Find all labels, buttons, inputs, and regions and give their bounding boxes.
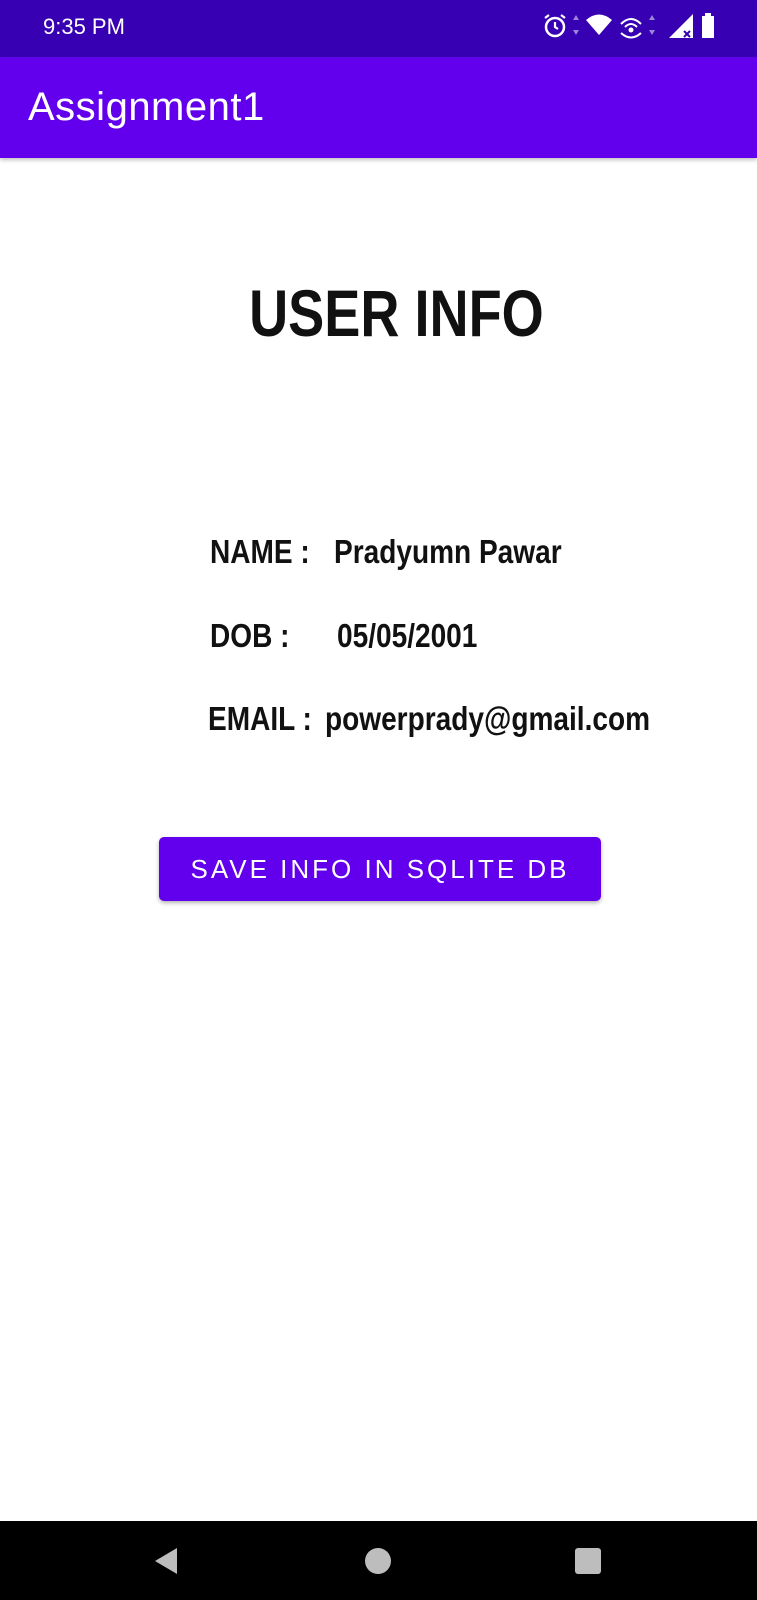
home-button[interactable] [338, 1521, 418, 1600]
alarm-icon [544, 14, 566, 38]
navigation-bar [0, 1521, 757, 1600]
back-icon [155, 1547, 177, 1574]
dob-row: DOB : 05/05/2001 [0, 617, 757, 665]
data-arrows-icon [649, 15, 655, 35]
dob-value: 05/05/2001 [337, 617, 478, 654]
dob-label: DOB : [210, 617, 290, 654]
email-value: powerprady@gmail.com [325, 700, 651, 737]
data-arrows-icon [573, 15, 579, 35]
email-row: EMAIL : powerprady@gmail.com [0, 700, 757, 748]
back-button[interactable] [126, 1521, 206, 1600]
hotspot-icon [620, 18, 642, 39]
home-icon [365, 1547, 391, 1574]
battery-icon [702, 13, 714, 38]
wifi-icon [586, 14, 612, 35]
recents-button[interactable] [548, 1521, 628, 1600]
status-time: 9:35 PM [43, 14, 125, 39]
name-row: NAME : Pradyumn Pawar [0, 533, 757, 581]
signal-icon [669, 14, 693, 38]
app-bar: Assignment1 [0, 57, 757, 158]
app-title: Assignment1 [28, 85, 265, 129]
recents-icon [575, 1547, 601, 1574]
name-value: Pradyumn Pawar [334, 533, 562, 570]
name-label: NAME : [210, 533, 310, 570]
save-info-button[interactable]: SAVE INFO IN SQLITE DB [159, 837, 601, 901]
screen: 9:35 PM Assignment1 USER INFO NAME: Pra… [0, 0, 757, 1600]
status-bar: 9:35 PM [0, 0, 757, 57]
email-label: EMAIL : [208, 700, 312, 737]
page-heading: USER INFO [249, 276, 544, 350]
